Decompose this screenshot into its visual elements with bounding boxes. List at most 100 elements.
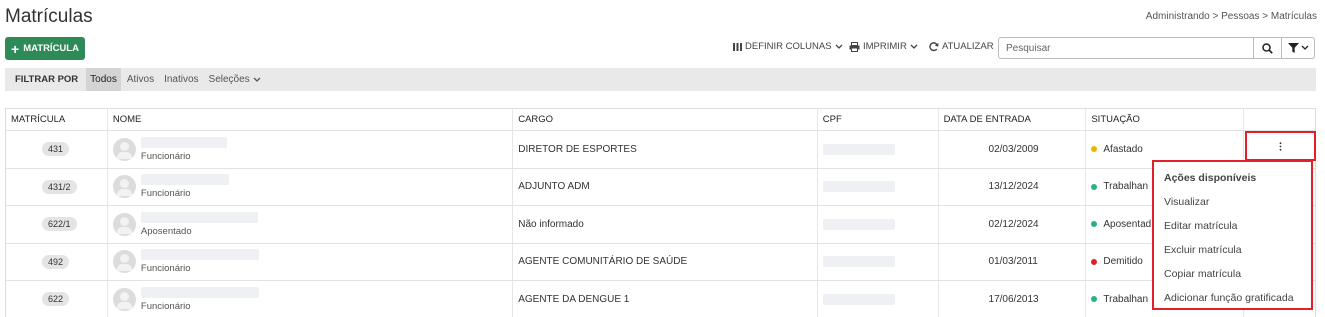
avatar — [112, 212, 136, 236]
status-dot — [1091, 296, 1098, 303]
nome-cell: Funcionário — [108, 281, 514, 317]
matricula-badge: 492 — [42, 254, 70, 269]
define-columns-label: DEFINIR COLUNAS — [745, 41, 832, 52]
table-header-row: MATRÍCULA NOME CARGO CPF DATA DE ENTRADA… — [6, 109, 1315, 131]
filter-tab-selecoes[interactable]: Seleções — [205, 68, 265, 91]
search-group — [998, 37, 1315, 59]
menu-item-visualizar[interactable]: Visualizar — [1154, 190, 1311, 214]
filter-label: FILTRAR POR — [15, 74, 79, 85]
menu-item-excluir-matricula[interactable]: Excluir matrícula — [1154, 238, 1311, 262]
printer-icon — [849, 41, 860, 52]
nome-cell: Aposentado — [108, 206, 514, 243]
matricula-badge: 622 — [42, 292, 70, 307]
person-type: Funcionário — [140, 150, 191, 162]
filter-tab-ativos[interactable]: Ativos — [123, 68, 158, 91]
column-header-situacao[interactable]: SITUAÇÃO — [1086, 109, 1245, 130]
matricula-cell: 622/1 — [6, 206, 108, 243]
redacted-name — [140, 249, 259, 261]
table-row[interactable]: 431 Funcionário DIRETOR DE ESPORTES 02/0… — [6, 131, 1315, 169]
matricula-cell: 492 — [6, 243, 108, 280]
redacted-cpf — [822, 293, 895, 305]
table-row[interactable]: 622/1 Aposentado Não informado 02/12/202… — [6, 206, 1315, 244]
chevron-down-icon — [910, 44, 918, 49]
cpf-cell — [818, 243, 939, 280]
avatar — [112, 137, 136, 161]
column-header-cpf[interactable]: CPF — [818, 109, 939, 130]
status-dot — [1091, 221, 1098, 228]
add-matricula-button[interactable]: + MATRÍCULA — [5, 37, 85, 60]
breadcrumb[interactable]: Administrando > Pessoas > Matrículas — [1146, 11, 1317, 22]
update-button[interactable]: ATUALIZAR — [929, 41, 994, 52]
redacted-cpf — [822, 256, 895, 268]
matriculas-table: MATRÍCULA NOME CARGO CPF DATA DE ENTRADA… — [5, 108, 1316, 317]
status-dot — [1091, 183, 1098, 190]
redacted-cpf — [822, 181, 895, 193]
redacted-name — [140, 286, 259, 298]
column-header-data-entrada[interactable]: DATA DE ENTRADA — [939, 109, 1087, 130]
data-entrada-cell: 02/12/2024 — [939, 206, 1087, 243]
person-type: Aposentado — [140, 225, 192, 237]
redacted-cpf — [822, 143, 895, 155]
funnel-icon — [1287, 43, 1299, 53]
menu-item-editar-matricula[interactable]: Editar matrícula — [1154, 214, 1311, 238]
plus-icon: + — [11, 40, 20, 57]
column-header-cargo[interactable]: CARGO — [513, 109, 818, 130]
status-text: Trabalhan — [1103, 181, 1149, 193]
filter-tab-inativos[interactable]: Inativos — [160, 68, 202, 91]
search-button[interactable] — [1254, 37, 1282, 59]
search-icon — [1262, 42, 1273, 54]
add-matricula-label: MATRÍCULA — [23, 43, 79, 54]
cargo-cell: AGENTE COMUNITÁRIO DE SAÚDE — [513, 243, 818, 280]
update-label: ATUALIZAR — [942, 41, 994, 52]
data-entrada-cell: 13/12/2024 — [939, 168, 1087, 205]
avatar — [112, 175, 136, 199]
cpf-cell — [818, 281, 939, 317]
nome-cell: Funcionário — [108, 168, 514, 205]
avatar — [112, 287, 136, 311]
redacted-name — [140, 174, 229, 186]
cargo-cell: ADJUNTO ADM — [513, 168, 818, 205]
menu-item-adicionar-funcao-gratificada[interactable]: Adicionar função gratificada — [1154, 286, 1311, 310]
table-row[interactable]: 622 Funcionário AGENTE DA DENGUE 1 17/06… — [6, 281, 1315, 317]
cpf-cell — [818, 131, 939, 168]
filter-bar: FILTRAR POR Todos Ativos Inativos Seleçõ… — [5, 68, 1316, 91]
print-label: IMPRIMIR — [863, 41, 907, 52]
menu-item-copiar-matricula[interactable]: Copiar matrícula — [1154, 262, 1311, 286]
status-text: Demitido — [1103, 256, 1143, 268]
chevron-down-icon — [835, 44, 843, 49]
matricula-cell: 431 — [6, 131, 108, 168]
matricula-cell: 431/2 — [6, 168, 108, 205]
status-text: Afastado — [1103, 143, 1143, 155]
matricula-cell: 622 — [6, 281, 108, 317]
column-header-matricula[interactable]: MATRÍCULA — [6, 109, 108, 130]
cpf-cell — [818, 206, 939, 243]
data-entrada-cell: 17/06/2013 — [939, 281, 1087, 317]
status-dot — [1091, 258, 1098, 265]
person-type: Funcionário — [140, 263, 191, 275]
column-header-actions — [1244, 109, 1315, 130]
matricula-badge: 431/2 — [42, 179, 77, 194]
column-header-nome[interactable]: NOME — [108, 109, 514, 130]
filter-dropdown-button[interactable] — [1282, 37, 1315, 59]
kebab-icon — [1279, 141, 1282, 151]
chevron-down-icon — [253, 77, 261, 82]
filter-tab-selecoes-label: Seleções — [208, 74, 250, 85]
avatar — [112, 250, 136, 274]
matricula-badge: 622/1 — [42, 217, 77, 232]
table-row[interactable]: 492 Funcionário AGENTE COMUNITÁRIO DE SA… — [6, 243, 1315, 281]
cpf-cell — [818, 168, 939, 205]
refresh-icon — [929, 41, 939, 51]
redacted-name — [140, 136, 227, 148]
cargo-cell: Não informado — [513, 206, 818, 243]
row-actions-button[interactable] — [1245, 131, 1316, 161]
redacted-cpf — [822, 218, 895, 230]
status-dot — [1091, 146, 1098, 153]
actions-dropdown-menu: Ações disponíveis Visualizar Editar matr… — [1152, 160, 1313, 310]
chevron-down-icon — [1301, 45, 1308, 50]
status-text: Aposentad — [1103, 218, 1152, 230]
define-columns-button[interactable]: DEFINIR COLUNAS — [733, 41, 843, 52]
search-input[interactable] — [998, 37, 1254, 59]
table-row[interactable]: 431/2 Funcionário ADJUNTO ADM 13/12/2024… — [6, 168, 1315, 206]
print-button[interactable]: IMPRIMIR — [849, 41, 918, 52]
filter-tab-todos[interactable]: Todos — [86, 68, 121, 91]
